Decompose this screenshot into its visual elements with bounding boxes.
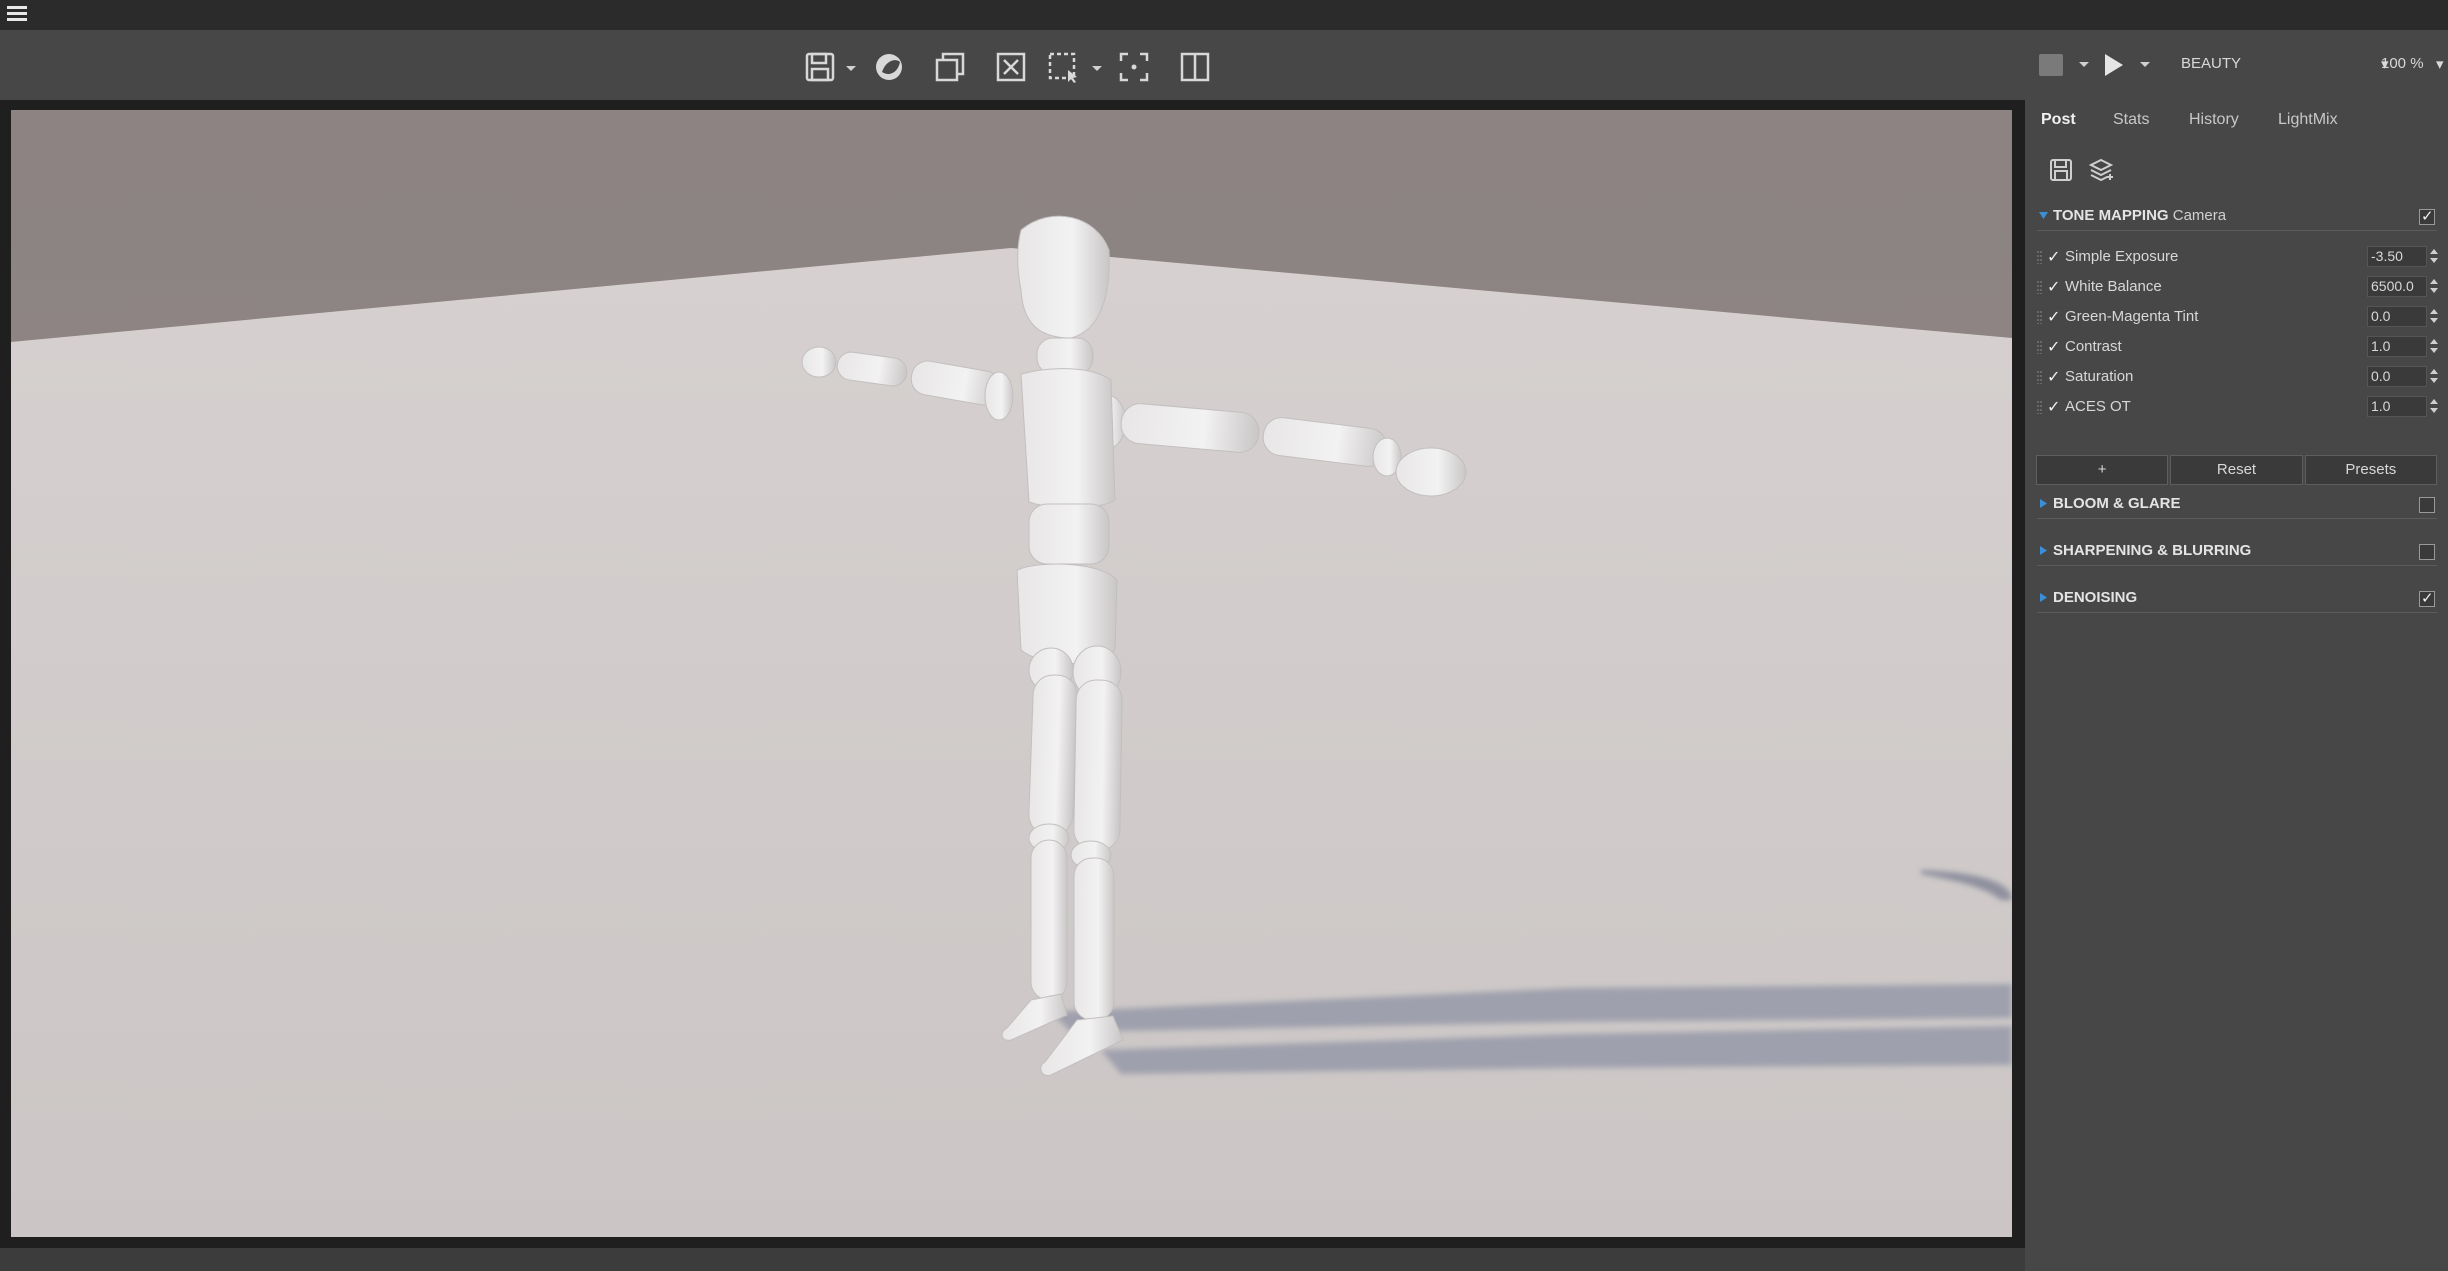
- tab-lightmix[interactable]: LightMix: [2278, 104, 2338, 136]
- operator-label: Contrast: [2065, 338, 2122, 355]
- region-options-caret[interactable]: [1090, 64, 1102, 74]
- section-title: SHARPENING & BLURRING: [2053, 542, 2252, 559]
- section-title: DENOISING: [2053, 589, 2138, 606]
- operator-enable-checkbox[interactable]: ✓: [2047, 247, 2063, 266]
- operator-row: ✓ ACES OT 1.0: [2037, 393, 2439, 421]
- operator-value-input[interactable]: 1.0: [2367, 396, 2427, 417]
- tone-mapping-subtitle: Camera: [2172, 207, 2227, 224]
- expanded-triangle-icon: [2039, 208, 2049, 219]
- save-icon[interactable]: [800, 47, 840, 87]
- stop-render-button[interactable]: [2039, 54, 2063, 76]
- denoising-enable-checkbox[interactable]: [2419, 589, 2435, 607]
- tab-stats[interactable]: Stats: [2113, 104, 2149, 136]
- split-view-icon[interactable]: [1175, 47, 1215, 87]
- clear-icon[interactable]: [991, 47, 1031, 87]
- operator-enable-checkbox[interactable]: ✓: [2047, 367, 2063, 386]
- render-pass-label: BEAUTY: [2181, 55, 2242, 72]
- render-controls: BEAUTY ▾ 100 % ▾: [2025, 30, 2448, 100]
- operator-value-input[interactable]: 6500.0: [2367, 276, 2427, 297]
- menu-bar: [0, 0, 2448, 30]
- tone-mapping-enable-checkbox[interactable]: [2419, 207, 2435, 225]
- drag-handle-icon[interactable]: [2037, 340, 2042, 354]
- tone-mapping-buttons: + Reset Presets: [2036, 455, 2437, 485]
- value-spinner[interactable]: [2429, 276, 2439, 297]
- panel-icon-bar: [2025, 150, 2448, 190]
- status-bar: [0, 1248, 2025, 1271]
- render-sphere-icon[interactable]: [869, 47, 909, 87]
- operator-row: ✓ Contrast 1.0: [2037, 333, 2439, 361]
- sharpening-blurring-enable-checkbox[interactable]: [2419, 544, 2435, 560]
- operator-value-input[interactable]: 0.0: [2367, 306, 2427, 327]
- focus-pick-icon[interactable]: [1114, 47, 1154, 87]
- section-tone-mapping[interactable]: TONE MAPPING Camera: [2037, 199, 2437, 231]
- chevron-down-icon: ▾: [2436, 56, 2444, 73]
- operator-value-input[interactable]: -3.50: [2367, 246, 2427, 267]
- hamburger-menu-icon[interactable]: [7, 6, 27, 22]
- operator-value-input[interactable]: 1.0: [2367, 336, 2427, 357]
- panel-tabs: Post Stats History LightMix: [2025, 104, 2448, 140]
- tone-mapping-title: TONE MAPPING: [2053, 207, 2169, 224]
- value-spinner[interactable]: [2429, 306, 2439, 327]
- section-denoising[interactable]: DENOISING: [2037, 581, 2437, 613]
- collapsed-triangle-icon: [2039, 543, 2049, 555]
- stop-options-caret[interactable]: [2077, 60, 2089, 70]
- value-spinner[interactable]: [2429, 366, 2439, 387]
- operator-label: Simple Exposure: [2065, 248, 2179, 265]
- drag-handle-icon[interactable]: [2037, 370, 2042, 384]
- zoom-label: 100 %: [2381, 55, 2424, 72]
- value-spinner[interactable]: [2429, 246, 2439, 267]
- render-options-caret[interactable]: [2138, 60, 2150, 70]
- render-viewport[interactable]: [11, 110, 2012, 1237]
- operator-label: White Balance: [2065, 278, 2162, 295]
- copy-window-icon[interactable]: [930, 47, 970, 87]
- drag-handle-icon[interactable]: [2037, 250, 2042, 264]
- post-effects-panel: BEAUTY ▾ 100 % ▾ Post Stats History Ligh…: [2025, 30, 2448, 1271]
- operator-enable-checkbox[interactable]: ✓: [2047, 307, 2063, 326]
- operator-row: ✓ Saturation 0.0: [2037, 363, 2439, 391]
- region-select-icon[interactable]: [1043, 47, 1083, 87]
- add-operator-button[interactable]: +: [2036, 455, 2169, 485]
- operator-enable-checkbox[interactable]: ✓: [2047, 277, 2063, 296]
- render-pass-select[interactable]: BEAUTY ▾: [2181, 55, 2389, 77]
- operator-enable-checkbox[interactable]: ✓: [2047, 397, 2063, 416]
- drag-handle-icon[interactable]: [2037, 400, 2042, 414]
- collapsed-triangle-icon: [2039, 590, 2049, 602]
- tab-post[interactable]: Post: [2041, 104, 2076, 136]
- save-preset-icon[interactable]: [2045, 154, 2077, 186]
- save-options-caret[interactable]: [844, 64, 856, 74]
- operator-row: ✓ Green-Magenta Tint 0.0: [2037, 303, 2439, 331]
- collapsed-triangle-icon: [2039, 496, 2049, 508]
- reset-button[interactable]: Reset: [2170, 455, 2303, 485]
- operator-value-input[interactable]: 0.0: [2367, 366, 2427, 387]
- section-title: TONE MAPPING Camera: [2053, 207, 2226, 224]
- operator-enable-checkbox[interactable]: ✓: [2047, 337, 2063, 356]
- value-spinner[interactable]: [2429, 396, 2439, 417]
- drag-handle-icon[interactable]: [2037, 280, 2042, 294]
- presets-button[interactable]: Presets: [2304, 455, 2437, 485]
- layers-icon[interactable]: [2085, 154, 2117, 186]
- render-toolbar: [0, 30, 2025, 100]
- value-spinner[interactable]: [2429, 336, 2439, 357]
- operator-label: Green-Magenta Tint: [2065, 308, 2199, 325]
- operator-row: ✓ White Balance 6500.0: [2037, 273, 2439, 301]
- section-bloom-glare[interactable]: BLOOM & GLARE: [2037, 487, 2437, 519]
- bloom-glare-enable-checkbox[interactable]: [2419, 497, 2435, 513]
- tab-history[interactable]: History: [2189, 104, 2239, 136]
- zoom-select[interactable]: 100 % ▾: [2381, 55, 2448, 77]
- drag-handle-icon[interactable]: [2037, 310, 2042, 324]
- operator-label: Saturation: [2065, 368, 2134, 385]
- start-render-button[interactable]: [2101, 51, 2127, 79]
- operator-label: ACES OT: [2065, 398, 2131, 415]
- section-title: BLOOM & GLARE: [2053, 495, 2181, 512]
- section-sharpening-blurring[interactable]: SHARPENING & BLURRING: [2037, 534, 2437, 566]
- operator-row: ✓ Simple Exposure -3.50: [2037, 243, 2439, 271]
